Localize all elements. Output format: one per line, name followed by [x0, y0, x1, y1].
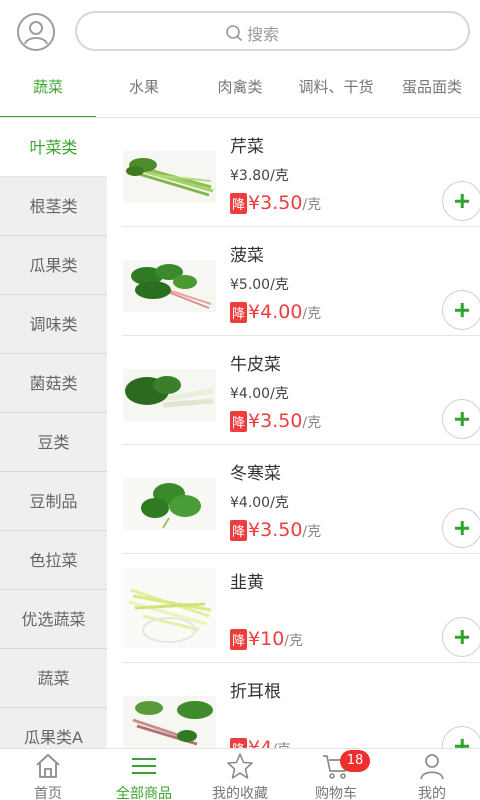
product-name: 韭黄: [230, 573, 264, 593]
product-image-celery: [123, 151, 216, 203]
product-item[interactable]: 芹菜 ¥3.80/克 降 ¥3.50 /克: [122, 118, 480, 227]
nav-cart[interactable]: 购物车: [288, 749, 384, 800]
tab-fruit[interactable]: 水果: [96, 64, 192, 117]
nav-all-products-label: 全部商品: [116, 786, 172, 800]
add-to-cart-button[interactable]: [442, 617, 480, 657]
product-list: 芹菜 ¥3.80/克 降 ¥3.50 /克 菠菜 ¥5.00/克 降 ¥4.00…: [107, 118, 480, 748]
bottom-navigation: 首页 全部商品 我的收藏 购物车 我的: [0, 748, 480, 800]
menu-icon: [132, 758, 156, 774]
product-sale-price: 降 ¥4.00 /克: [230, 301, 321, 323]
product-image-houttuynia: [123, 696, 216, 748]
product-item[interactable]: 牛皮菜 ¥4.00/克 降 ¥3.50 /克: [122, 336, 480, 445]
product-original-price: ¥4.00/克: [230, 386, 289, 402]
search-placeholder: 搜索: [247, 25, 280, 44]
sidebar-item-mushroom[interactable]: 菌菇类: [0, 354, 107, 413]
product-name: 牛皮菜: [230, 355, 281, 375]
product-sale-price: 降 ¥10 /克: [230, 628, 303, 650]
product-item[interactable]: 冬寒菜 ¥4.00/克 降 ¥3.50 /克: [122, 445, 480, 554]
product-sale-price: 降 ¥3.50 /克: [230, 519, 321, 541]
nav-cart-label: 购物车: [315, 786, 357, 800]
product-name: 芹菜: [230, 137, 264, 157]
category-tabs: 蔬菜 水果 肉禽类 调料、干货 蛋品面类: [0, 64, 480, 118]
nav-all-products[interactable]: 全部商品: [96, 749, 192, 800]
nav-profile-label: 我的: [418, 786, 446, 800]
price-drop-badge: 降: [230, 302, 248, 323]
sidebar-item-bean-products[interactable]: 豆制品: [0, 472, 107, 531]
sidebar-item-salad[interactable]: 色拉菜: [0, 531, 107, 590]
price-drop-badge: 降: [230, 411, 248, 432]
add-to-cart-button[interactable]: [442, 181, 480, 221]
sale-price-value: ¥4.00: [248, 301, 303, 323]
product-item[interactable]: 折耳根 降 ¥4 /克: [122, 663, 480, 748]
sidebar-item-gourd-a[interactable]: 瓜果类A: [0, 708, 107, 748]
nav-profile[interactable]: 我的: [384, 749, 480, 800]
sale-price-unit: /克: [302, 415, 322, 431]
star-icon: [227, 753, 253, 779]
nav-favorites-label: 我的收藏: [212, 786, 268, 800]
product-original-price: ¥5.00/克: [230, 277, 289, 293]
person-icon: [420, 754, 444, 780]
nav-home-label: 首页: [34, 786, 62, 800]
product-sale-price: 降 ¥3.50 /克: [230, 410, 321, 432]
sale-price-unit: /克: [302, 306, 322, 322]
app: 搜索 蔬菜 水果 肉禽类 调料、干货 蛋品面类 叶菜类 根茎类 瓜果类 调味类 …: [0, 0, 480, 800]
tab-vegetables[interactable]: 蔬菜: [0, 64, 96, 117]
product-image-mallow: [123, 478, 216, 530]
add-to-cart-button[interactable]: [442, 290, 480, 330]
price-drop-badge: 降: [230, 629, 248, 650]
home-icon: [36, 753, 60, 778]
product-image-chard: [123, 369, 216, 421]
tab-meat-poultry[interactable]: 肉禽类: [192, 64, 288, 117]
sale-price-value: ¥4: [248, 737, 273, 748]
sale-price-unit: /克: [272, 739, 291, 748]
sale-price-value: ¥3.50: [248, 519, 303, 541]
header: 搜索: [0, 0, 480, 64]
product-sale-price: 降 ¥3.50 /克: [230, 192, 321, 214]
product-original-price: ¥3.80/克: [230, 168, 289, 184]
sidebar-item-seasoning[interactable]: 调味类: [0, 295, 107, 354]
sidebar-item-vegetables[interactable]: 蔬菜: [0, 649, 107, 708]
nav-home[interactable]: 首页: [0, 749, 96, 800]
sidebar-item-premium[interactable]: 优选蔬菜: [0, 590, 107, 649]
add-to-cart-button[interactable]: [442, 508, 480, 548]
product-item[interactable]: 菠菜 ¥5.00/克 降 ¥4.00 /克: [122, 227, 480, 336]
search-input[interactable]: 搜索: [75, 11, 470, 51]
product-sale-price: 降 ¥4 /克: [230, 737, 291, 748]
search-icon: [226, 25, 243, 42]
product-name: 冬寒菜: [230, 464, 281, 484]
price-drop-badge: 降: [230, 193, 248, 214]
cart-count-badge: 18: [340, 750, 370, 772]
avatar-icon[interactable]: [17, 13, 55, 51]
sale-price-value: ¥3.50: [248, 410, 303, 432]
add-to-cart-button[interactable]: [442, 726, 480, 748]
sale-price-unit: /克: [284, 633, 303, 649]
sale-price-unit: /克: [302, 197, 322, 213]
price-drop-badge: 降: [230, 738, 248, 748]
sidebar-item-root[interactable]: 根茎类: [0, 177, 107, 236]
price-drop-badge: 降: [230, 520, 248, 541]
subcategory-sidebar: 叶菜类 根茎类 瓜果类 调味类 菌菇类 豆类 豆制品 色拉菜 优选蔬菜 蔬菜 瓜…: [0, 118, 107, 748]
product-original-price: ¥4.00/克: [230, 495, 289, 511]
product-name: 折耳根: [230, 682, 281, 702]
sidebar-item-leafy[interactable]: 叶菜类: [0, 118, 107, 177]
sidebar-item-beans[interactable]: 豆类: [0, 413, 107, 472]
sale-price-unit: /克: [302, 524, 322, 540]
nav-favorites[interactable]: 我的收藏: [192, 749, 288, 800]
sidebar-item-gourd[interactable]: 瓜果类: [0, 236, 107, 295]
add-to-cart-button[interactable]: [442, 399, 480, 439]
product-item[interactable]: 韭黄 降 ¥10 /克: [122, 554, 480, 663]
product-image-spinach: [123, 260, 216, 312]
product-image-yellow-chives: [123, 568, 216, 648]
product-name: 菠菜: [230, 246, 264, 266]
tab-eggs-noodles[interactable]: 蛋品面类: [384, 64, 480, 117]
tab-seasoning-dry-goods[interactable]: 调料、干货: [288, 64, 384, 117]
sale-price-value: ¥10: [248, 628, 285, 650]
sale-price-value: ¥3.50: [248, 192, 303, 214]
